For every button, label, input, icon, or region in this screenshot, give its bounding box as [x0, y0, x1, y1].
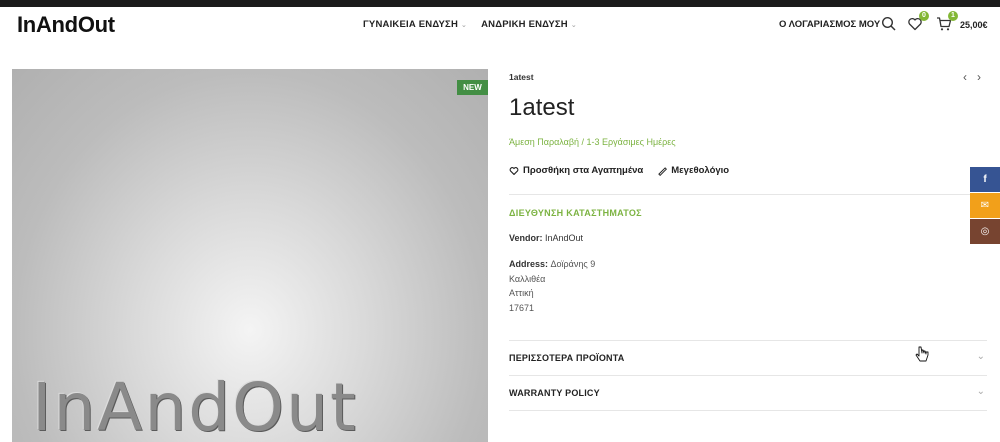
top-dark-bar	[0, 0, 1000, 7]
delivery-info: Άμεση Παραλαβή / 1-3 Εργάσιμες Ημέρες	[509, 137, 676, 147]
cart-count-badge: 1	[948, 11, 958, 21]
product-image[interactable]: InAndOut	[12, 69, 488, 442]
chevron-down-icon: ⌄	[570, 21, 577, 29]
product-title: 1atest	[509, 94, 575, 121]
facebook-icon: f	[983, 174, 987, 185]
cart-total[interactable]: 25,00€	[960, 20, 988, 30]
divider	[509, 410, 987, 411]
add-to-wishlist-button[interactable]: Προσθήκη στα Αγαπημένα	[509, 165, 643, 176]
size-guide-button[interactable]: Μεγεθολόγιο	[657, 165, 729, 176]
site-logo[interactable]: InAndOut	[17, 12, 115, 38]
nav-item-label: ΓΥΝΑΙΚΕΙΑ ΕΝΔΥΣΗ	[363, 19, 459, 30]
next-product-arrow-icon[interactable]: ›	[977, 70, 981, 84]
previous-product-arrow-icon[interactable]: ‹	[963, 70, 967, 84]
site-header: InAndOut ΓΥΝΑΙΚΕΙΑ ΕΝΔΥΣΗ ⌄ ΑΝΔΡΙΚΗ ΕΝΔΥ…	[0, 7, 1000, 44]
email-share-button[interactable]: ✉	[970, 193, 1000, 218]
vendor-info: Vendor: InAndOut	[509, 233, 583, 243]
accordion-label: WARRANTY POLICY	[509, 388, 600, 398]
instagram-share-button[interactable]: ◎	[970, 219, 1000, 244]
hand-cursor-icon	[915, 346, 929, 369]
cart-button[interactable]: 1	[936, 11, 958, 32]
address-label: Address:	[509, 259, 549, 269]
size-guide-label: Μεγεθολόγιο	[671, 165, 730, 176]
add-to-wishlist-label: Προσθήκη στα Αγαπημένα	[523, 165, 644, 176]
store-address: Address: Δοϊράνης 9 Καλλιθέα Αττική 1767…	[509, 257, 595, 315]
nav-item-women[interactable]: ΓΥΝΑΙΚΕΙΑ ΕΝΔΥΣΗ ⌄	[363, 19, 467, 30]
heart-icon	[509, 166, 519, 175]
new-badge: NEW	[457, 80, 488, 95]
chevron-down-icon: ⌄	[976, 351, 985, 362]
instagram-icon: ◎	[980, 226, 990, 237]
account-link[interactable]: Ο ΛΟΓΑΡΙΑΣΜΟΣ ΜΟΥ	[779, 19, 880, 30]
wishlist-button[interactable]: 0	[907, 11, 929, 32]
vendor-value: InAndOut	[545, 233, 584, 243]
search-icon[interactable]	[881, 16, 897, 32]
breadcrumb[interactable]: 1atest	[509, 72, 534, 82]
divider	[509, 194, 987, 195]
wishlist-count-badge: 0	[919, 11, 929, 21]
address-line: Καλλιθέα	[509, 273, 546, 284]
store-address-heading: ΔΙΕΥΘΥΝΣΗ ΚΑΤΑΣΤΗΜΑΤΟΣ	[509, 208, 642, 218]
accordion-warranty-policy[interactable]: WARRANTY POLICY ⌄	[509, 376, 987, 411]
ruler-icon	[658, 166, 668, 176]
nav-item-men[interactable]: ΑΝΔΡΙΚΗ ΕΝΔΥΣΗ ⌄	[481, 19, 577, 30]
nav-item-label: ΑΝΔΡΙΚΗ ΕΝΔΥΣΗ	[481, 19, 568, 30]
email-icon: ✉	[980, 200, 990, 211]
main-nav: ΓΥΝΑΙΚΕΙΑ ΕΝΔΥΣΗ ⌄ ΑΝΔΡΙΚΗ ΕΝΔΥΣΗ ⌄	[363, 19, 577, 30]
chevron-down-icon: ⌄	[976, 386, 985, 397]
facebook-share-button[interactable]: f	[970, 167, 1000, 192]
vendor-label: Vendor:	[509, 233, 543, 243]
address-line: Αττική	[509, 288, 534, 298]
accordion-label: ΠΕΡΙΣΣΟΤΕΡΑ ΠΡΟΪΟΝΤΑ	[509, 353, 625, 363]
chevron-down-icon: ⌄	[461, 21, 468, 29]
product-actions: Προσθήκη στα Αγαπημένα Μεγεθολόγιο	[509, 165, 729, 176]
address-line: 17671	[509, 302, 535, 313]
address-line: Δοϊράνης 9	[550, 259, 596, 269]
product-image-brand-text: InAndOut	[32, 369, 358, 442]
